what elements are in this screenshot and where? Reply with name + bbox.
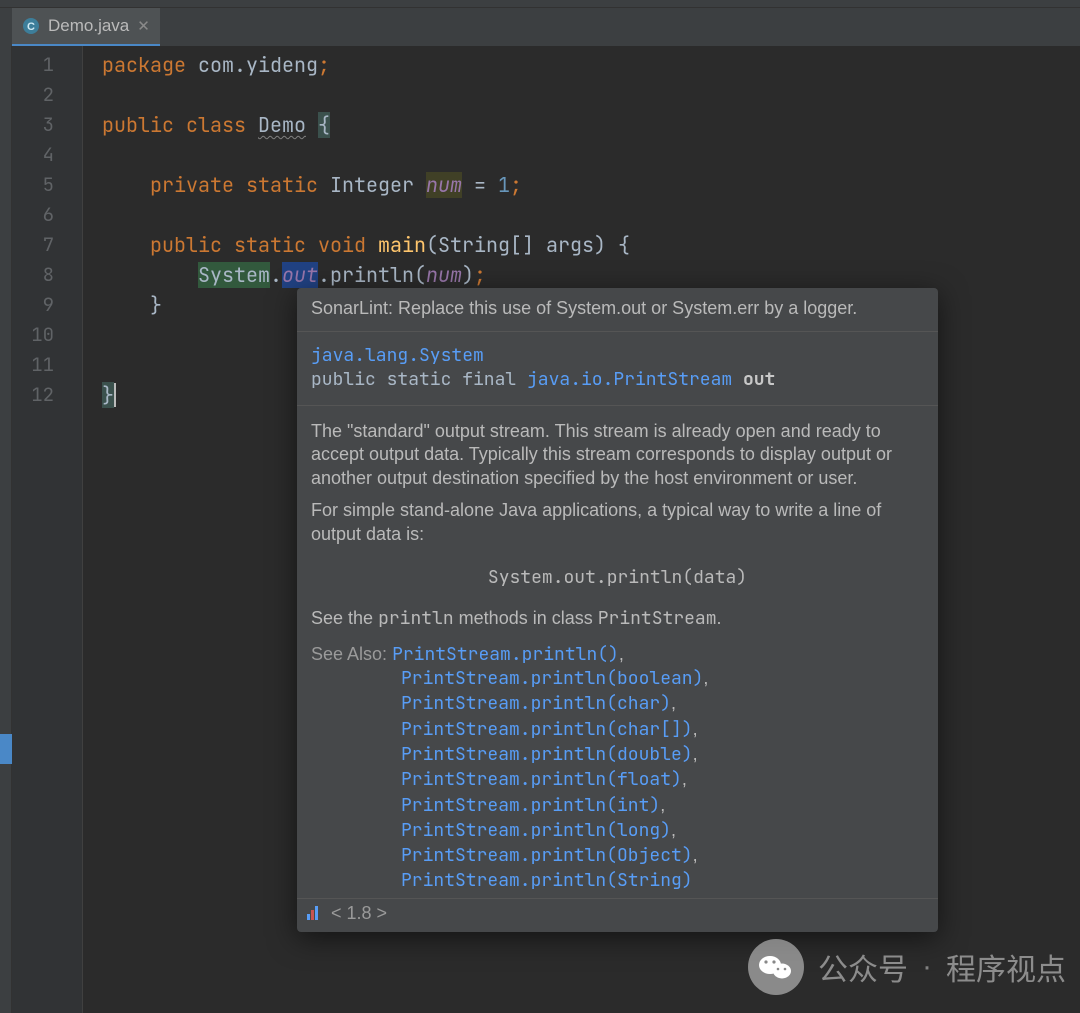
watermark-text: 程序视点 xyxy=(946,945,1066,989)
see-also-link[interactable]: PrintStream.println(boolean) xyxy=(401,667,703,690)
code-line[interactable]: public static void main(String[] args) { xyxy=(102,230,1080,260)
window-top-bar xyxy=(0,0,1080,8)
see-also-link[interactable]: PrintStream.println(String) xyxy=(401,869,693,892)
code-line[interactable] xyxy=(102,80,1080,110)
popup-footer: < 1.8 > xyxy=(297,898,938,932)
line-number: 9 xyxy=(12,290,82,320)
see-also-link[interactable]: PrintStream.println(Object) xyxy=(401,844,693,867)
line-number: 7 xyxy=(12,230,82,260)
signature-type-link[interactable]: java.io.PrintStream xyxy=(527,368,732,391)
see-also-link[interactable]: PrintStream.println() xyxy=(392,643,619,666)
popup-since-version: < 1.8 > xyxy=(331,903,387,924)
documentation-popup[interactable]: SonarLint: Replace this use of System.ou… xyxy=(297,288,938,932)
text-cursor xyxy=(114,383,116,407)
wechat-icon xyxy=(748,939,804,995)
line-number: 6 xyxy=(12,200,82,230)
watermark-text: 公众号 xyxy=(818,945,908,989)
line-number: 10 xyxy=(12,320,82,350)
line-number: 1 xyxy=(12,50,82,80)
popup-doc-paragraph: For simple stand-alone Java applications… xyxy=(297,499,938,555)
popup-inspection-header: SonarLint: Replace this use of System.ou… xyxy=(297,288,938,332)
left-tool-stripe xyxy=(0,46,12,1013)
popup-see-also-list: PrintStream.println(boolean),PrintStream… xyxy=(297,666,938,898)
see-also-link[interactable]: PrintStream.println(int) xyxy=(401,794,660,817)
line-number: 3 xyxy=(12,110,82,140)
tab-label: Demo.java xyxy=(48,16,129,36)
tab-demo-java[interactable]: C Demo.java ✕ xyxy=(12,8,160,46)
popup-doc-paragraph: The "standard" output stream. This strea… xyxy=(297,406,938,499)
line-number: 11 xyxy=(12,350,82,380)
see-also-link[interactable]: PrintStream.println(char) xyxy=(401,692,671,715)
svg-text:C: C xyxy=(27,21,35,33)
tab-bar: C Demo.java ✕ xyxy=(0,8,1080,46)
code-line[interactable]: System.out.println(num); xyxy=(102,260,1080,290)
code-line[interactable] xyxy=(102,140,1080,170)
bookmark-marker[interactable] xyxy=(0,734,12,764)
popup-code-sample: System.out.println(data) xyxy=(297,554,938,607)
see-also-link[interactable]: PrintStream.println(float) xyxy=(401,768,682,791)
popup-signature: java.lang.System public static final jav… xyxy=(297,332,938,406)
line-number: 4 xyxy=(12,140,82,170)
popup-see-also: See Also: PrintStream.println(), xyxy=(297,639,938,666)
see-also-link[interactable]: PrintStream.println(char[]) xyxy=(401,718,693,741)
watermark-separator: · xyxy=(922,950,932,984)
see-also-link[interactable]: PrintStream.println(double) xyxy=(401,743,693,766)
line-number: 8 xyxy=(12,260,82,290)
watermark: 公众号 · 程序视点 xyxy=(748,939,1066,995)
code-line[interactable]: package com.yideng; xyxy=(102,50,1080,80)
line-number: 2 xyxy=(12,80,82,110)
java-class-icon: C xyxy=(22,17,40,35)
code-margin-line xyxy=(82,46,83,1013)
code-line[interactable]: private static Integer num = 1; xyxy=(102,170,1080,200)
line-number: 12 xyxy=(12,380,82,410)
code-line[interactable]: public class Demo { xyxy=(102,110,1080,140)
code-line[interactable] xyxy=(102,200,1080,230)
line-number: 5 xyxy=(12,170,82,200)
close-icon[interactable]: ✕ xyxy=(137,17,150,35)
gutter[interactable]: 1 2 3 4 5 6 7 8 9 10 11 12 xyxy=(12,46,82,1013)
popup-doc-paragraph: See the println methods in class PrintSt… xyxy=(297,607,938,639)
see-also-link[interactable]: PrintStream.println(long) xyxy=(401,819,671,842)
module-icon xyxy=(307,906,321,920)
signature-class-link[interactable]: java.lang.System xyxy=(311,344,484,367)
